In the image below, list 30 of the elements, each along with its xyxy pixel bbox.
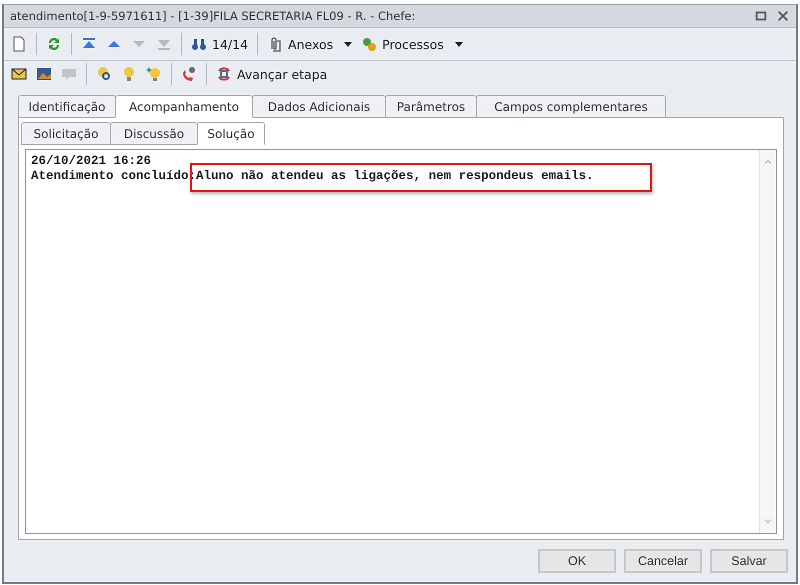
tab[interactable]: Dados Adicionais	[252, 95, 386, 118]
scrollbar[interactable]	[759, 150, 776, 533]
magnifier-bulb-icon	[96, 66, 112, 82]
tab[interactable]: Parâmetros	[385, 95, 477, 118]
dialog-button[interactable]: Cancelar	[624, 549, 702, 573]
dialog-button[interactable]: Salvar	[710, 549, 788, 573]
tab[interactable]: Discussão	[110, 122, 198, 145]
menu-button[interactable]: Anexos	[264, 34, 356, 54]
dropdown-caret-icon	[344, 42, 352, 46]
tab[interactable]: Solução	[197, 122, 265, 145]
document-icon	[11, 36, 27, 52]
speech-icon	[61, 66, 77, 82]
toolbar-button[interactable]: 14/14	[188, 34, 252, 54]
envelope-icon	[11, 66, 27, 82]
dialog-button[interactable]: OK	[538, 549, 616, 573]
text-line: 26/10/2021 16:26	[31, 154, 152, 169]
tab[interactable]: Acompanhamento	[115, 95, 253, 118]
tab[interactable]: Campos complementares	[476, 95, 666, 118]
image-icon	[36, 66, 52, 82]
tab[interactable]: Solicitação	[21, 122, 111, 145]
close-icon	[776, 8, 790, 24]
lightbulb-icon	[121, 66, 137, 82]
lightbulb-star-icon	[146, 66, 162, 82]
phone-person-icon	[181, 66, 197, 82]
tab[interactable]: Identificação	[18, 95, 116, 118]
window-title: atendimento[1-9-5971611] - [1-39]FILA SECRETARIA FL09 - R. - Chefe:	[10, 9, 416, 23]
menu-button[interactable]: Processos	[358, 34, 466, 54]
toolbar-button[interactable]: Avançar etapa	[213, 64, 330, 84]
refresh-icon	[46, 36, 62, 52]
dropdown-caret-icon	[454, 42, 463, 46]
